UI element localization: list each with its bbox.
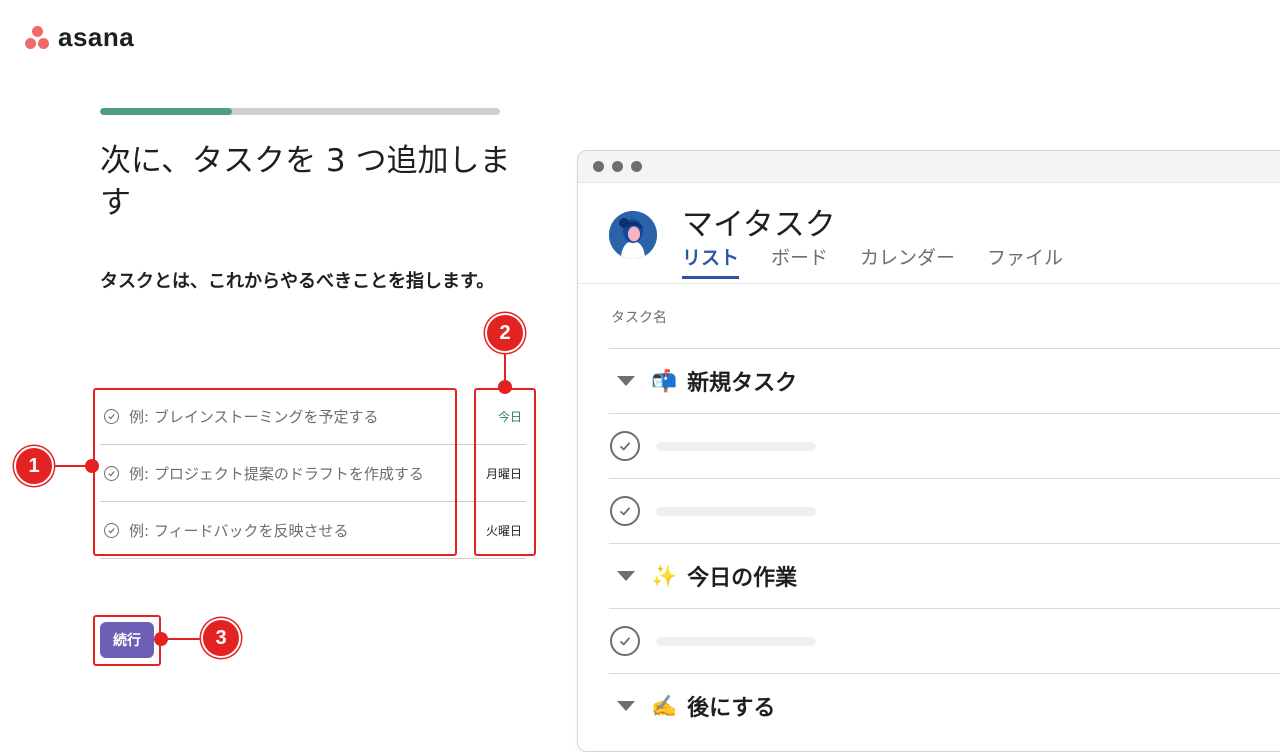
task-description: タスクとは、これからやるべきことを指します。 [100, 271, 495, 292]
task-placeholder [656, 506, 816, 516]
column-header-task-name: タスク名 [611, 310, 667, 326]
avatar [609, 211, 657, 259]
task-placeholder [656, 636, 816, 646]
writing-hand-icon: ✍️ [651, 693, 678, 718]
section-header[interactable]: ✨ 今日の作業 [609, 543, 1280, 608]
sparkles-icon: ✨ [651, 563, 678, 588]
progress-fill [100, 108, 232, 115]
check-circle-icon[interactable] [610, 626, 640, 656]
preview-tabs: リスト ボード カレンダー ファイル [682, 243, 1063, 279]
preview-task-rows: 📬 新規タスク ✨ 今日の作業 ✍️ 後にする [609, 348, 1280, 738]
divider [578, 283, 1280, 284]
callout-badge-1: 1 [14, 446, 54, 486]
onboarding-progress-bar [100, 108, 500, 115]
tab-files[interactable]: ファイル [987, 243, 1063, 279]
mailbox-icon: 📬 [651, 368, 678, 393]
caret-down-icon[interactable] [617, 571, 635, 581]
section-header[interactable]: ✍️ 後にする [609, 673, 1280, 738]
caret-down-icon[interactable] [617, 701, 635, 711]
tab-list[interactable]: リスト [682, 243, 740, 279]
callout-badge-3: 3 [201, 618, 241, 658]
page-title: 次に、タスクを 3 つ追加します [100, 143, 511, 221]
callout-dot [498, 380, 512, 394]
section-title: 今日の作業 [687, 566, 798, 591]
my-tasks-preview-window: マイタスク リスト ボード カレンダー ファイル タスク名 📬 新規タスク ✨ [577, 150, 1280, 752]
window-titlebar [578, 151, 1280, 183]
callout-box-due-dates [474, 388, 536, 556]
asana-logo-icon [24, 25, 50, 51]
check-circle-icon[interactable] [610, 496, 640, 526]
section-title: 新規タスク [687, 371, 798, 396]
callout-dot [85, 459, 99, 473]
task-placeholder [656, 441, 816, 451]
task-row[interactable] [609, 413, 1280, 478]
section-title: 後にする [687, 696, 776, 721]
task-row[interactable] [609, 608, 1280, 673]
callout-dot [154, 632, 168, 646]
brand-name: asana [58, 22, 135, 52]
section-header[interactable]: 📬 新規タスク [609, 348, 1280, 413]
window-dot-icon [631, 161, 642, 172]
callout-line [162, 638, 202, 640]
tab-calendar[interactable]: カレンダー [860, 243, 955, 279]
window-dot-icon [593, 161, 604, 172]
callout-box-task-names [93, 388, 457, 556]
tab-board[interactable]: ボード [771, 243, 828, 279]
preview-title: マイタスク [682, 207, 836, 243]
asana-logo: asana [24, 22, 134, 53]
callout-box-continue [93, 615, 161, 666]
callout-badge-2: 2 [485, 313, 525, 353]
check-circle-icon[interactable] [610, 431, 640, 461]
task-row[interactable] [609, 478, 1280, 543]
caret-down-icon[interactable] [617, 376, 635, 386]
window-dot-icon [612, 161, 623, 172]
